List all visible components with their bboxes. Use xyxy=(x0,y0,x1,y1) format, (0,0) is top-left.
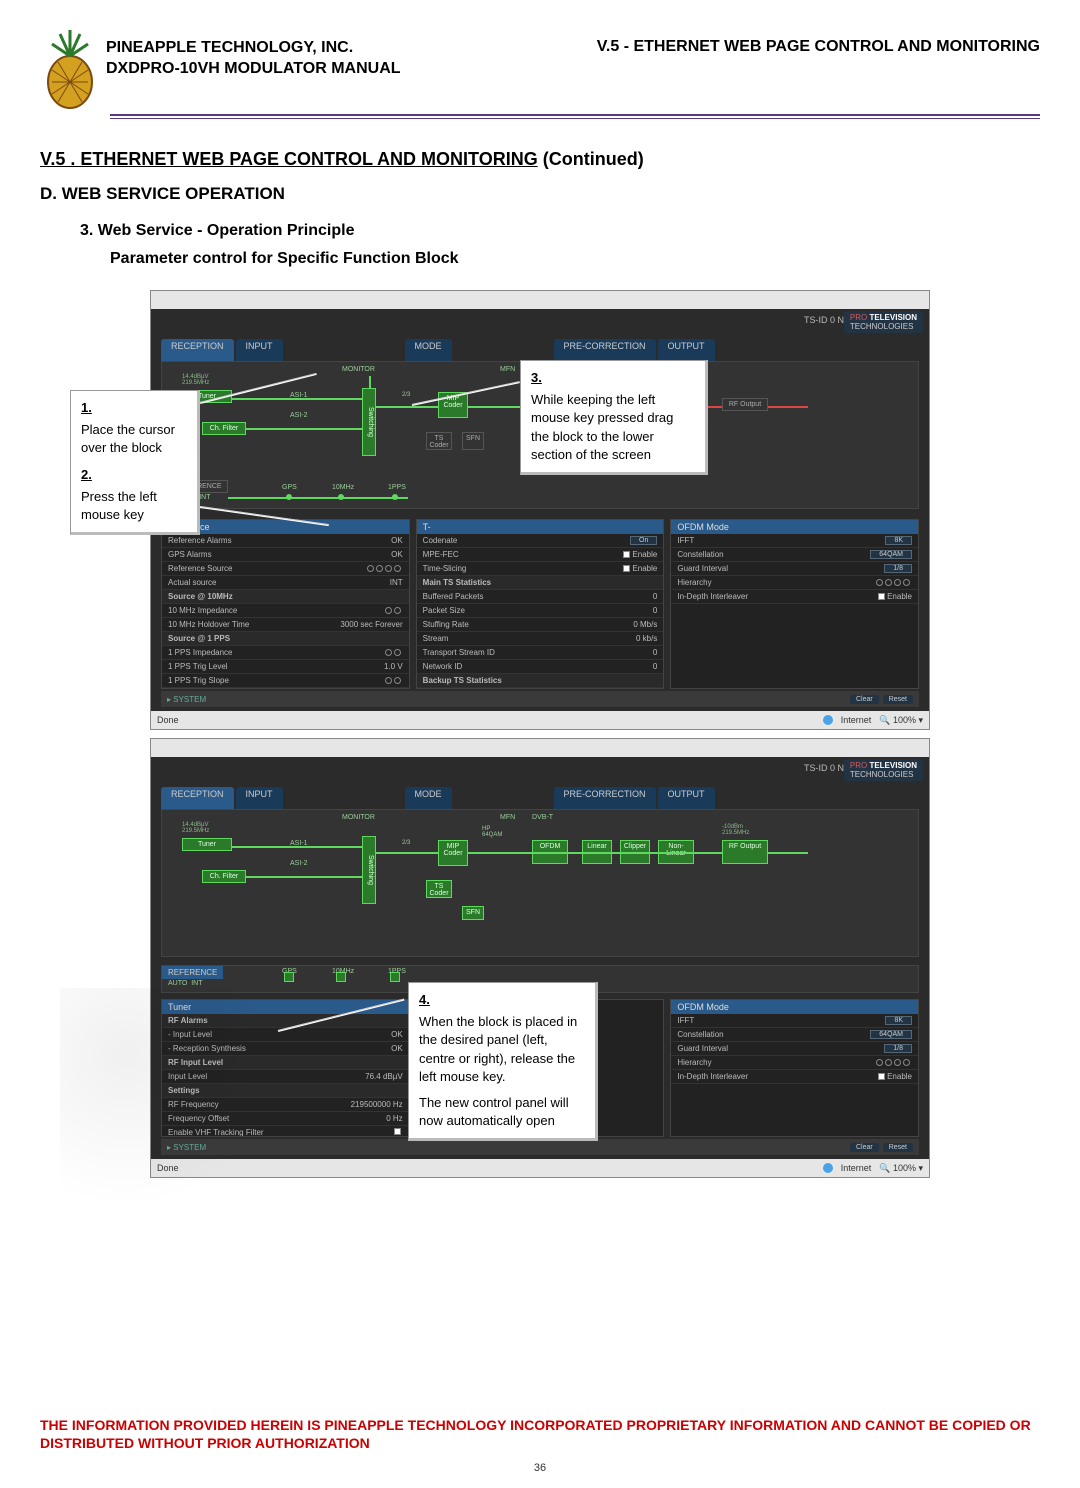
block-chfilter[interactable]: Ch. Filter xyxy=(202,870,246,883)
header-rule-2 xyxy=(110,118,1040,119)
internet-icon xyxy=(823,1163,833,1173)
step-4-label: 4. xyxy=(419,991,585,1009)
step-1-text: Place the cursor over the block xyxy=(81,422,175,455)
panel-ofdm-2: OFDM Mode IFFT8K Constellation64QAM Guar… xyxy=(670,999,919,1137)
step-4-text-1: When the block is placed in the desired … xyxy=(419,1014,577,1084)
block-chfilter[interactable]: Ch. Filter xyxy=(202,422,246,435)
browser-status-bar: Done Internet🔍 100% ▾ xyxy=(151,1159,929,1177)
block-mipcoder[interactable]: MIP Coder xyxy=(438,840,468,866)
header-left: PINEAPPLE TECHNOLOGY, INC. DXDPRO-10VH M… xyxy=(106,38,401,80)
block-rfoutput[interactable]: RF Output xyxy=(722,840,768,864)
header-rule xyxy=(110,114,1040,116)
system-bar: ▸ SYSTEM ClearReset xyxy=(161,1139,919,1155)
callout-1-2: 1. Place the cursor over the block 2. Pr… xyxy=(70,390,200,535)
system-bar: ▸ SYSTEM ClearReset xyxy=(161,691,919,707)
item-3: 3. Web Service - Operation Principle xyxy=(80,222,1040,240)
internet-icon xyxy=(823,715,833,725)
subsection-d: D. WEB SERVICE OPERATION xyxy=(40,184,1040,204)
tab-mode[interactable]: MODE xyxy=(405,339,452,361)
page-number: 36 xyxy=(0,1462,1080,1474)
callout-3: 3. While keeping the left mouse key pres… xyxy=(520,360,708,475)
callout-4: 4. When the block is placed in the desir… xyxy=(408,982,598,1141)
browser-status-bar: Done Internet🔍 100% ▾ xyxy=(151,711,929,729)
brand-badge: PRO TELEVISIONTECHNOLOGIES xyxy=(844,311,923,333)
step-2-text: Press the left mouse key xyxy=(81,489,157,522)
tab-mode[interactable]: MODE xyxy=(405,787,452,809)
block-rfoutput[interactable]: RF Output xyxy=(722,398,768,411)
document-header: PINEAPPLE TECHNOLOGY, INC. DXDPRO-10VH M… xyxy=(40,30,1040,110)
header-right: V.5 - ETHERNET WEB PAGE CONTROL AND MONI… xyxy=(597,38,1040,80)
manual-name: DXDPRO-10VH MODULATOR MANUAL xyxy=(106,59,401,80)
tab-precorrection[interactable]: PRE-CORRECTION xyxy=(554,339,656,361)
panel-tuner: Tuner RF Alarms - Input LevelOK - Recept… xyxy=(161,999,410,1137)
browser-titlebar xyxy=(151,291,929,309)
step-4-text-2: The new control panel will now automatic… xyxy=(419,1094,585,1130)
tab-reception[interactable]: RECEPTION xyxy=(161,339,234,361)
section-title-suffix: (Continued) xyxy=(538,149,644,169)
block-switching[interactable]: Switching xyxy=(362,388,376,456)
block-tscoder[interactable]: TS Coder xyxy=(426,880,452,898)
block-sfn[interactable]: SFN xyxy=(462,432,484,450)
screenshots-container: TS-ID 0 NET-ID 0 CELL-ID 0 PRO TELEVISIO… xyxy=(150,290,930,1178)
reset-button[interactable]: Reset xyxy=(883,695,913,704)
brand-badge: PRO TELEVISIONTECHNOLOGIES xyxy=(844,759,923,781)
main-tabs: RECEPTION INPUT MODE PRE-CORRECTION OUTP… xyxy=(161,787,919,809)
item-3-sub: Parameter control for Specific Function … xyxy=(110,250,1040,268)
step-3-text: While keeping the left mouse key pressed… xyxy=(531,392,673,462)
lower-panels: Reference Reference AlarmsOK GPS AlarmsO… xyxy=(161,519,919,689)
browser-titlebar xyxy=(151,739,929,757)
step-2-label: 2. xyxy=(81,466,187,484)
panel-ts: T- CodenateOn MPE-FECEnable Time-Slicing… xyxy=(416,519,665,689)
panel-reference: Reference Reference AlarmsOK GPS AlarmsO… xyxy=(161,519,410,689)
tab-output[interactable]: OUTPUT xyxy=(658,787,715,809)
panel-ofdm: OFDM Mode IFFT8K Constellation64QAM Guar… xyxy=(670,519,919,689)
step-3-label: 3. xyxy=(531,369,695,387)
screenshot-1: TS-ID 0 NET-ID 0 CELL-ID 0 PRO TELEVISIO… xyxy=(150,290,930,730)
tab-reception[interactable]: RECEPTION xyxy=(161,787,234,809)
block-switching[interactable]: Switching xyxy=(362,836,376,904)
tab-precorrection[interactable]: PRE-CORRECTION xyxy=(554,787,656,809)
block-diagram-2[interactable]: MONITOR MFN DVB-T Tuner 14.4dBµV 219.5MH… xyxy=(161,809,919,957)
tab-input[interactable]: INPUT xyxy=(236,787,283,809)
clear-button[interactable]: Clear xyxy=(850,695,879,704)
company-name: PINEAPPLE TECHNOLOGY, INC. xyxy=(106,38,401,59)
section-title-underline: V.5 . ETHERNET WEB PAGE CONTROL AND MONI… xyxy=(40,149,538,169)
block-tscoder[interactable]: TS Coder xyxy=(426,432,452,450)
tab-input[interactable]: INPUT xyxy=(236,339,283,361)
block-sfn[interactable]: SFN xyxy=(462,906,484,920)
section-title: V.5 . ETHERNET WEB PAGE CONTROL AND MONI… xyxy=(40,149,1040,170)
pineapple-logo-icon xyxy=(40,30,100,110)
main-tabs: RECEPTION INPUT MODE PRE-CORRECTION OUTP… xyxy=(161,339,919,361)
tab-output[interactable]: OUTPUT xyxy=(658,339,715,361)
block-tuner[interactable]: Tuner xyxy=(182,838,232,851)
step-1-label: 1. xyxy=(81,399,187,417)
proprietary-footer: THE INFORMATION PROVIDED HEREIN IS PINEA… xyxy=(40,1416,1040,1452)
